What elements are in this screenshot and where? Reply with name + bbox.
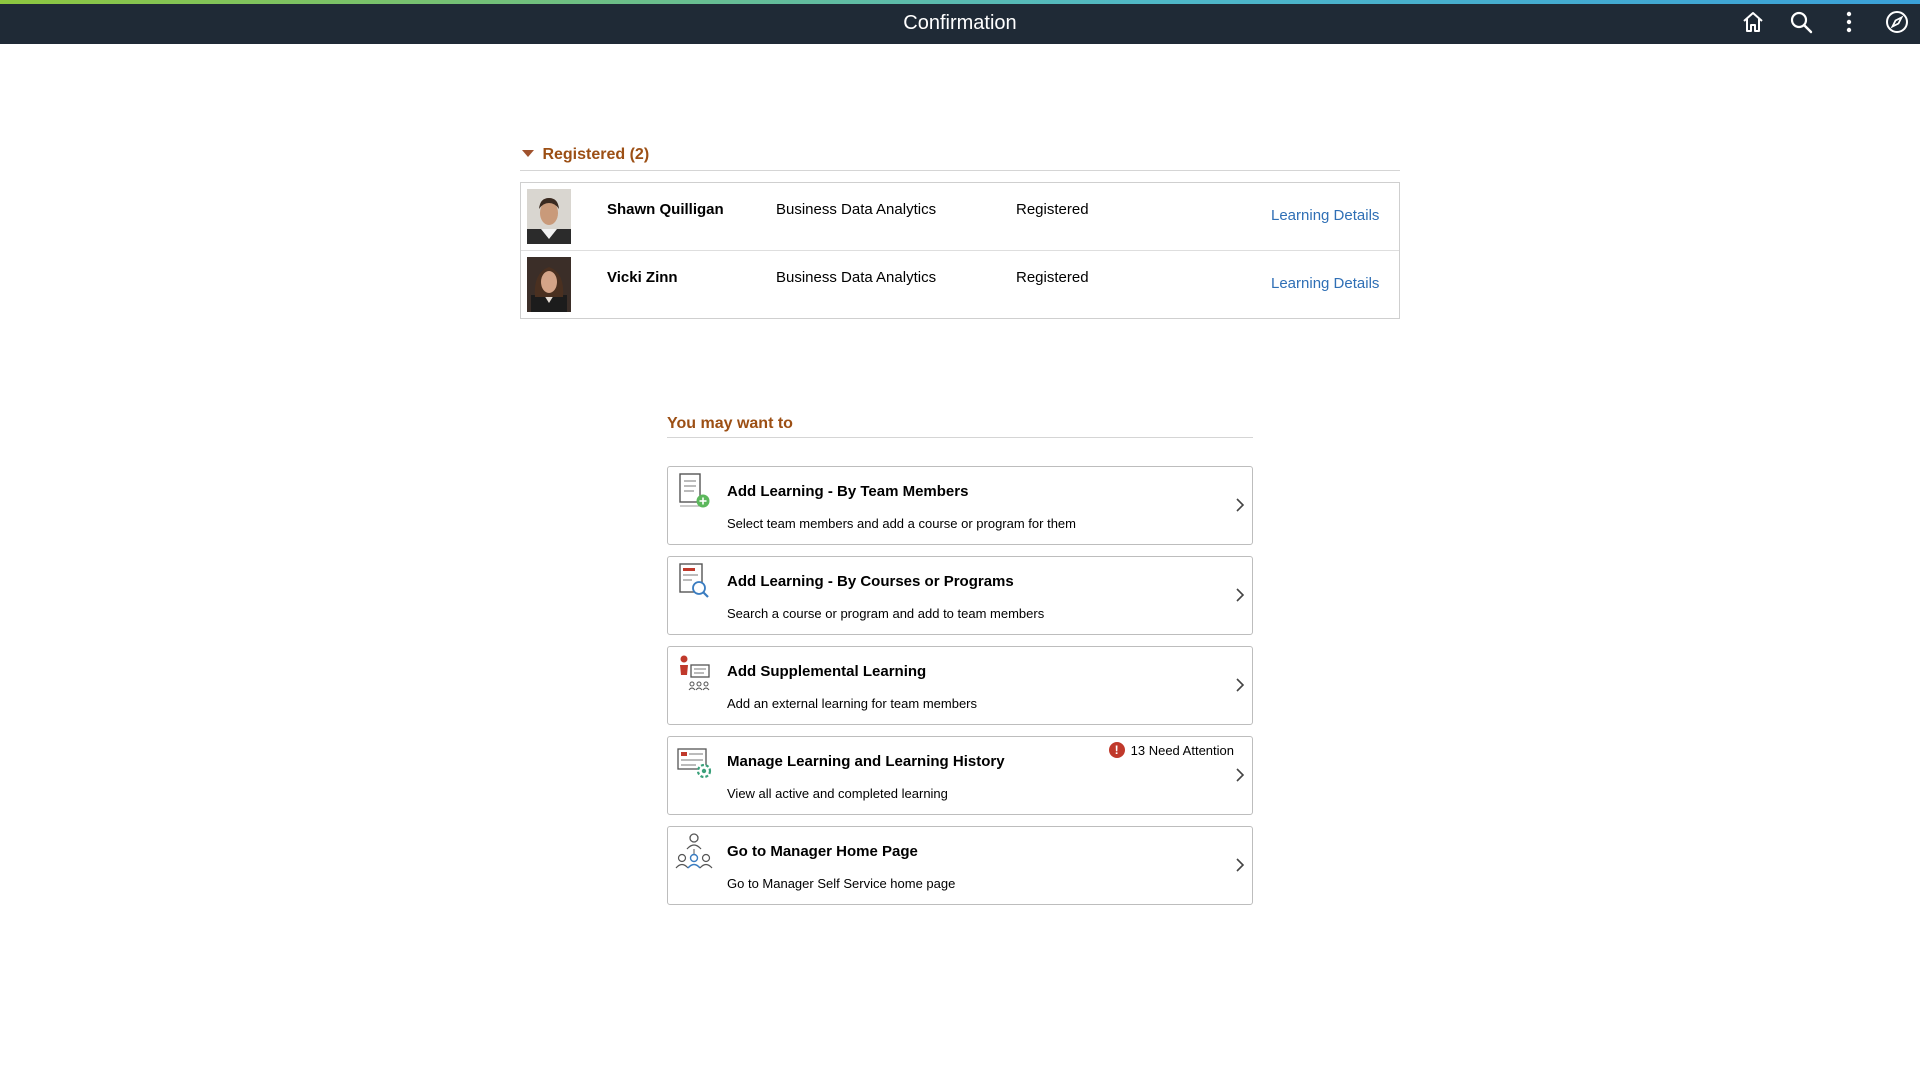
- manage-learning-history-tile[interactable]: Manage Learning and Learning History Vie…: [667, 736, 1253, 815]
- you-may-want-to-header: You may want to: [667, 415, 1253, 438]
- learner-name: Shawn Quilligan: [607, 201, 724, 218]
- navbar-compass-icon[interactable]: [1884, 9, 1910, 35]
- add-learning-by-courses-tile[interactable]: Add Learning - By Courses or Programs Se…: [667, 556, 1253, 635]
- alert-icon: !: [1108, 742, 1125, 758]
- supplemental-learning-icon: [674, 651, 714, 693]
- tile-description: Go to Manager Self Service home page: [727, 876, 956, 891]
- avatar: [527, 189, 571, 244]
- tile-title: Manage Learning and Learning History: [727, 753, 1005, 770]
- tile-description: Search a course or program and add to te…: [727, 606, 1045, 621]
- chevron-right-icon: [1234, 677, 1246, 693]
- tile-title: Add Learning - By Team Members: [727, 483, 969, 500]
- manager-home-page-tile[interactable]: Go to Manager Home Page Go to Manager Se…: [667, 826, 1253, 905]
- home-icon[interactable]: [1740, 9, 1766, 35]
- add-learning-by-team-members-tile[interactable]: Add Learning - By Team Members Select te…: [667, 466, 1253, 545]
- add-learning-document-icon: [674, 471, 714, 513]
- list-item: Vicki Zinn Business Data Analytics Regis…: [521, 251, 1399, 318]
- attention-badge: ! 13 Need Attention: [1108, 742, 1234, 758]
- search-icon[interactable]: [1788, 9, 1814, 35]
- header-bar: Confirmation: [0, 0, 1920, 44]
- manage-learning-gear-icon: [674, 741, 714, 783]
- tile-description: Select team members and add a course or …: [727, 516, 1076, 531]
- chevron-right-icon: [1234, 767, 1246, 783]
- search-course-document-icon: [674, 561, 714, 603]
- learner-name: Vicki Zinn: [607, 269, 678, 286]
- page-title: Confirmation: [903, 12, 1017, 34]
- avatar: [527, 257, 571, 312]
- learning-details-link[interactable]: Learning Details: [1271, 207, 1379, 224]
- list-item: Shawn Quilligan Business Data Analytics …: [521, 183, 1399, 251]
- add-supplemental-learning-tile[interactable]: Add Supplemental Learning Add an externa…: [667, 646, 1253, 725]
- learning-details-link[interactable]: Learning Details: [1271, 275, 1379, 292]
- chevron-right-icon: [1234, 497, 1246, 513]
- tile-description: View all active and completed learning: [727, 786, 948, 801]
- attention-count: 13 Need Attention: [1130, 742, 1234, 758]
- more-options-icon[interactable]: [1836, 9, 1862, 35]
- chevron-right-icon: [1234, 857, 1246, 873]
- tile-title: Add Learning - By Courses or Programs: [727, 573, 1014, 590]
- you-may-want-to-heading: You may want to: [667, 415, 793, 432]
- tile-title: Go to Manager Home Page: [727, 843, 918, 860]
- registered-heading: Registered (2): [542, 146, 650, 163]
- header-accent-stripe: [0, 0, 1920, 4]
- registration-status: Registered: [1016, 269, 1089, 286]
- registered-list: Shawn Quilligan Business Data Analytics …: [520, 182, 1400, 319]
- header-actions: [1740, 9, 1910, 35]
- chevron-right-icon: [1234, 587, 1246, 603]
- team-people-icon: [674, 831, 714, 873]
- registered-section-header[interactable]: Registered (2): [520, 146, 1400, 171]
- course-name: Business Data Analytics: [776, 269, 937, 286]
- course-name: Business Data Analytics: [776, 201, 937, 218]
- collapse-triangle-icon[interactable]: [522, 150, 534, 158]
- tile-description: Add an external learning for team member…: [727, 696, 978, 711]
- registration-status: Registered: [1016, 201, 1089, 218]
- tile-title: Add Supplemental Learning: [727, 663, 927, 680]
